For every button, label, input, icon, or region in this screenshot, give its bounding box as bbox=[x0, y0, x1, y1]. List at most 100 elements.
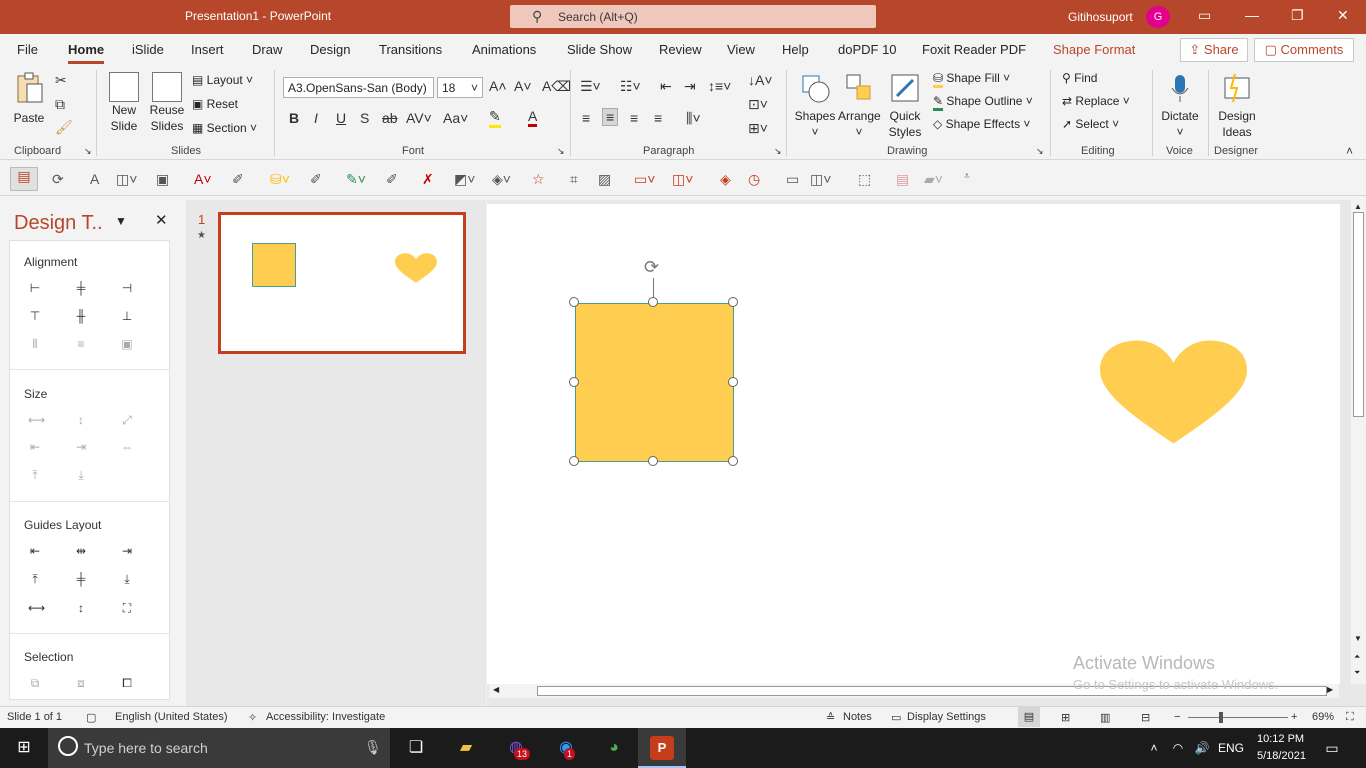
same-size-icon[interactable]: ⤢ bbox=[120, 413, 134, 427]
scroll-down-icon[interactable]: ▼ bbox=[1354, 634, 1362, 643]
decrease-indent-icon[interactable]: ⇤ bbox=[660, 78, 672, 95]
selected-rectangle[interactable] bbox=[575, 303, 734, 462]
user-name[interactable]: Gitihosuport bbox=[1068, 10, 1133, 24]
tab-draw[interactable]: Draw bbox=[252, 42, 282, 57]
fill-eyedropper-icon[interactable]: ✐ bbox=[310, 171, 322, 188]
file-explorer-icon[interactable]: ▰ bbox=[454, 736, 478, 760]
clock-date[interactable]: 5/18/2021 bbox=[1257, 750, 1306, 762]
align-right-tool-icon[interactable]: ⊣ bbox=[120, 281, 134, 295]
folder-tool-icon[interactable]: ▰˅ bbox=[924, 171, 943, 188]
align-left-tool-icon[interactable]: ⊢ bbox=[28, 281, 42, 295]
stretch-right-icon[interactable]: ⇥ bbox=[74, 440, 88, 454]
select-button[interactable]: ➚ Select ˅ bbox=[1062, 116, 1119, 132]
tab-home[interactable]: Home bbox=[68, 42, 105, 64]
resize-handle-tl[interactable] bbox=[569, 297, 579, 307]
replace-button[interactable]: ⇄ Replace ˅ bbox=[1062, 93, 1130, 109]
toggle-icon[interactable]: ⟳ bbox=[52, 171, 64, 188]
volume-icon[interactable]: 🔊 bbox=[1190, 736, 1214, 760]
tab-animations[interactable]: Animations bbox=[472, 42, 536, 57]
tab-islide[interactable]: iSlide bbox=[132, 42, 164, 57]
align-center-tool-icon[interactable]: ╪ bbox=[74, 281, 88, 295]
resize-handle-l[interactable] bbox=[569, 377, 579, 387]
scroll-left-icon[interactable]: ◀ bbox=[493, 685, 499, 694]
scroll-up-icon[interactable]: ▲ bbox=[1354, 202, 1362, 211]
chrome-icon[interactable]: ◕ bbox=[602, 736, 626, 760]
align-left-icon[interactable]: ≡ bbox=[582, 110, 590, 126]
zoom-level[interactable]: 69% bbox=[1312, 711, 1334, 723]
fit-slide-icon[interactable]: ⛶ bbox=[1346, 711, 1354, 724]
increase-indent-icon[interactable]: ⇥ bbox=[684, 78, 696, 95]
reset-button[interactable]: ▣ Reset bbox=[192, 96, 238, 112]
drawing-launcher-icon[interactable]: ↘ bbox=[1036, 146, 1044, 157]
font-name-select[interactable]: A3.OpenSans-San (Body) bbox=[283, 77, 434, 98]
tab-dopdf[interactable]: doPDF 10 bbox=[838, 42, 897, 57]
strikethrough-icon[interactable]: ab bbox=[382, 110, 398, 126]
search-box[interactable]: ⚲ Search (Alt+Q) bbox=[510, 5, 876, 28]
powerpoint-taskbar-button[interactable]: P bbox=[638, 728, 686, 768]
prev-slide-icon[interactable]: ⏶ bbox=[1354, 652, 1360, 662]
guide-right-icon[interactable]: ⇥ bbox=[120, 544, 134, 558]
resize-handle-b[interactable] bbox=[648, 456, 658, 466]
stretch-both-icon[interactable]: ⇔ bbox=[120, 440, 134, 454]
distribute-horizontal-icon[interactable]: ⫴ bbox=[28, 337, 42, 351]
select-similar-icon[interactable]: ⧉ bbox=[28, 676, 42, 690]
dim-tool-icon[interactable]: ▤ bbox=[896, 171, 909, 188]
resize-handle-bl[interactable] bbox=[569, 456, 579, 466]
text-direction-icon[interactable]: ↓A˅ bbox=[748, 72, 773, 88]
rotate-handle-icon[interactable]: ⟳ bbox=[644, 257, 659, 278]
find-button[interactable]: ⚲ Find bbox=[1062, 70, 1097, 86]
shape-effects-button[interactable]: ◇ Shape Effects ˅ bbox=[933, 116, 1030, 132]
format-painter-icon[interactable]: 🖌 bbox=[55, 119, 73, 136]
guide-top-icon[interactable]: ⤒ bbox=[28, 572, 42, 586]
tab-file[interactable]: File bbox=[17, 42, 38, 57]
pane-close-icon[interactable]: ✕ bbox=[155, 211, 168, 229]
stretch-bottom-icon[interactable]: ⤓ bbox=[74, 468, 88, 482]
arrange-button[interactable]: Arrange ˅ bbox=[838, 72, 881, 140]
select-copy-icon[interactable]: ⧠ bbox=[120, 676, 134, 690]
guide-center-icon[interactable]: ⇹ bbox=[74, 544, 88, 558]
resize-handle-br[interactable] bbox=[728, 456, 738, 466]
zoom-in-icon[interactable]: + bbox=[1291, 711, 1297, 723]
dictate-button[interactable]: Dictate ˅ bbox=[1158, 72, 1202, 140]
star-icon[interactable]: ☆ bbox=[532, 171, 545, 188]
next-slide-icon[interactable]: ⏷ bbox=[1354, 668, 1360, 678]
layers-icon[interactable]: ◈ bbox=[720, 171, 731, 188]
align-bottom-tool-icon[interactable]: ⊥ bbox=[120, 309, 134, 323]
zoom-slider[interactable] bbox=[1188, 717, 1288, 718]
windows-start-icon[interactable]: ⊞ bbox=[12, 736, 36, 760]
same-height-icon[interactable]: ↕ bbox=[74, 413, 88, 427]
guide-height-icon[interactable]: ↕ bbox=[74, 601, 88, 615]
slide-sorter-icon[interactable]: ⊞ bbox=[1061, 711, 1070, 724]
tab-view[interactable]: View bbox=[727, 42, 755, 57]
tab-review[interactable]: Review bbox=[659, 42, 702, 57]
bullets-icon[interactable]: ☰˅ bbox=[580, 78, 601, 95]
remove-icon[interactable]: ✗ bbox=[422, 171, 434, 188]
align-top-tool-icon[interactable]: ⊤ bbox=[28, 309, 42, 323]
picture-icon[interactable]: ▣ bbox=[156, 171, 169, 188]
stretch-top-icon[interactable]: ⤒ bbox=[28, 468, 42, 482]
align-right-icon[interactable]: ≡ bbox=[630, 110, 638, 126]
zoom-out-icon[interactable]: − bbox=[1174, 711, 1180, 723]
screenshot-icon[interactable]: ⬚ bbox=[858, 171, 871, 188]
line-spacing-icon[interactable]: ↕≡˅ bbox=[708, 78, 731, 94]
align-center-icon[interactable]: ≡ bbox=[602, 108, 619, 126]
decrease-font-icon[interactable]: A˅ bbox=[514, 78, 532, 94]
slide-canvas[interactable]: ⟳ bbox=[487, 204, 1340, 684]
crop-icon[interactable]: ⌗ bbox=[570, 171, 578, 188]
increase-font-icon[interactable]: A˄ bbox=[489, 78, 507, 94]
char-spacing-icon[interactable]: AV˅ bbox=[406, 110, 432, 126]
textbox-icon[interactable]: A bbox=[90, 171, 99, 187]
vertical-scrollbar[interactable]: ▲ ▼ ⏶ ⏷ bbox=[1351, 200, 1366, 684]
quick-styles-button[interactable]: Quick Styles bbox=[884, 72, 926, 140]
clock-time[interactable]: 10:12 PM bbox=[1257, 733, 1304, 745]
numbering-icon[interactable]: ☷˅ bbox=[620, 78, 641, 95]
display-settings-button[interactable]: Display Settings bbox=[907, 711, 986, 723]
close-icon[interactable]: ✕ bbox=[1337, 7, 1349, 24]
frame-icon[interactable]: ▭ bbox=[786, 171, 799, 188]
taskbar-mic-icon[interactable]: 🎙 bbox=[364, 739, 382, 756]
eyedropper-icon[interactable]: ✐ bbox=[232, 171, 244, 188]
italic-icon[interactable]: I bbox=[314, 110, 318, 126]
outline-tool-icon[interactable]: ✎˅ bbox=[346, 171, 366, 188]
shape-tool-icon[interactable]: ◫˅ bbox=[116, 171, 137, 188]
normal-view-icon[interactable]: ▤ bbox=[1018, 707, 1040, 727]
